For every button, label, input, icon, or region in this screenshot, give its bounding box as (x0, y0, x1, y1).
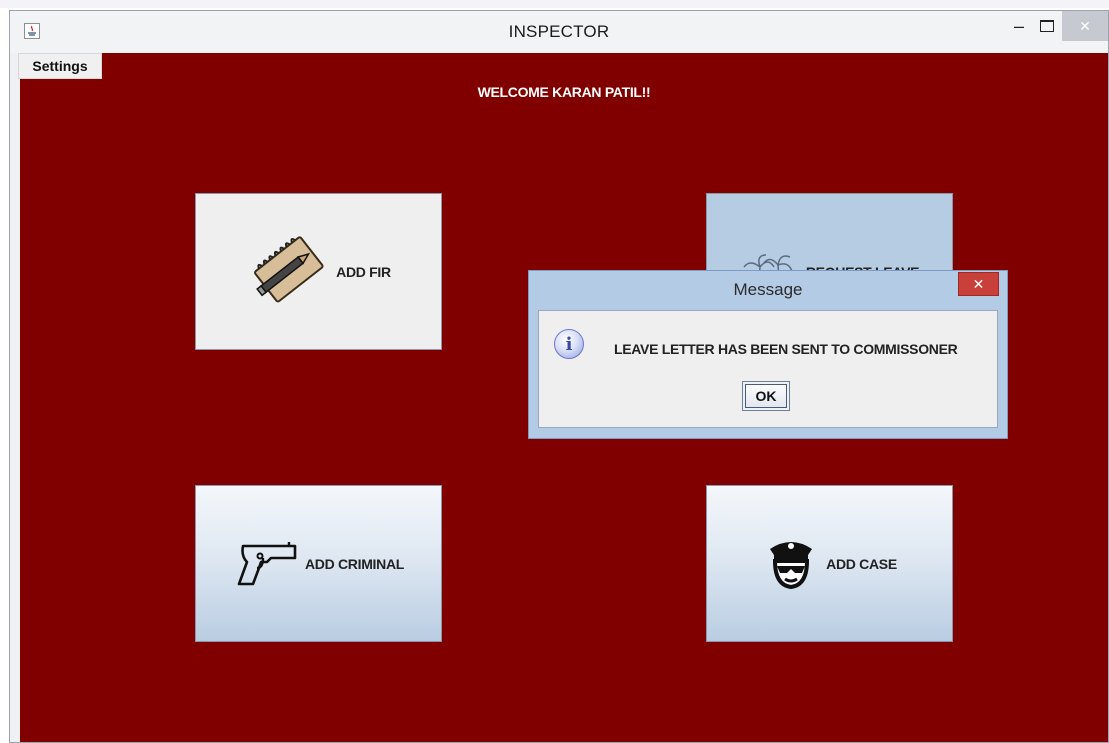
welcome-label: WELCOME KARAN PATIL!! (477, 84, 651, 100)
java-app-icon (24, 23, 40, 39)
ok-button-label: OK (745, 384, 787, 408)
window-title: INSPECTOR (508, 22, 610, 41)
minimize-button[interactable]: – (1006, 11, 1032, 41)
police-officer-icon (762, 533, 820, 594)
dialog-close-button[interactable]: ✕ (958, 272, 999, 296)
message-dialog: Message ✕ i LEAVE LETTER HAS BEEN SENT T… (528, 270, 1008, 439)
window-close-button[interactable]: ✕ (1062, 11, 1108, 41)
notepad-pencil-icon (246, 235, 330, 308)
add-fir-label: ADD FIR (336, 263, 391, 280)
maximize-icon (1040, 20, 1054, 32)
add-fir-button[interactable]: ADD FIR (195, 193, 442, 350)
pistol-icon (233, 536, 299, 591)
settings-menu[interactable]: Settings (18, 53, 102, 79)
dialog-body: i LEAVE LETTER HAS BEEN SENT TO COMMISSO… (538, 310, 998, 428)
add-criminal-button[interactable]: ADD CRIMINAL (195, 485, 442, 642)
add-criminal-label: ADD CRIMINAL (304, 555, 405, 572)
maximize-button[interactable] (1034, 11, 1060, 41)
dialog-message: LEAVE LETTER HAS BEEN SENT TO COMMISSONE… (614, 341, 958, 357)
info-icon: i (554, 329, 584, 359)
add-case-label: ADD CASE (826, 555, 897, 572)
dialog-title[interactable]: Message (529, 271, 1007, 309)
background-strip (0, 0, 1109, 8)
ok-button[interactable]: OK (742, 381, 790, 411)
title-bar[interactable]: INSPECTOR – ✕ (10, 11, 1108, 53)
add-case-button[interactable]: ADD CASE (706, 485, 953, 642)
